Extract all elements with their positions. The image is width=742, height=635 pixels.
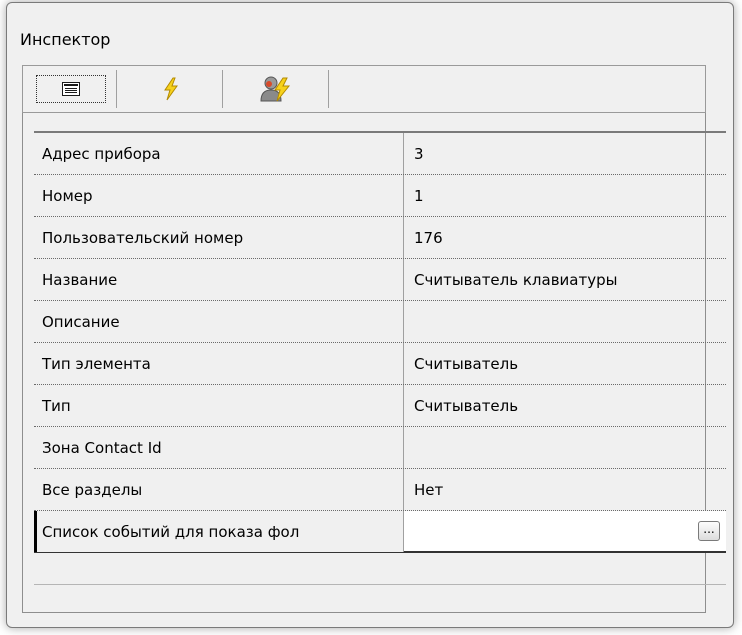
property-row[interactable]: Адрес прибора 3	[34, 133, 726, 175]
property-name: Тип элемента	[34, 343, 404, 384]
properties-tab-button[interactable]	[25, 70, 117, 108]
focus-rect	[35, 75, 106, 103]
property-list-icon	[61, 82, 80, 96]
property-value[interactable]: Считыватель	[404, 385, 726, 426]
user-events-tab-button[interactable]	[223, 70, 329, 108]
property-row-selected[interactable]: Список событий для показа фол ...	[34, 511, 726, 553]
ellipsis-button[interactable]: ...	[698, 521, 720, 541]
property-row[interactable]: Все разделы Нет	[34, 469, 726, 511]
property-name: Пользовательский номер	[34, 217, 404, 258]
window-title: Инспектор	[20, 30, 111, 49]
inspector-toolbar	[22, 65, 706, 113]
property-grid: Адрес прибора 3 Номер 1 Пользовательский…	[34, 131, 726, 553]
events-tab-button[interactable]	[119, 70, 223, 108]
property-row[interactable]: Номер 1	[34, 175, 726, 217]
property-name: Зона Contact Id	[34, 427, 404, 468]
property-value[interactable]: Считыватель клавиатуры	[404, 259, 726, 300]
property-row[interactable]: Тип Считыватель	[34, 385, 726, 427]
lightning-icon	[163, 77, 178, 101]
property-value[interactable]: 1	[404, 175, 726, 216]
property-name: Все разделы	[34, 469, 404, 510]
user-lightning-icon	[259, 76, 290, 102]
property-name: Название	[34, 259, 404, 300]
property-value-editor[interactable]: ...	[404, 511, 726, 552]
property-row[interactable]: Пользовательский номер 176	[34, 217, 726, 259]
property-row[interactable]: Описание	[34, 301, 726, 343]
property-value[interactable]: Считыватель	[404, 343, 726, 384]
property-value[interactable]	[404, 427, 726, 468]
property-row[interactable]: Зона Contact Id	[34, 427, 726, 469]
property-name: Номер	[34, 175, 404, 216]
property-name: Описание	[34, 301, 404, 342]
property-name: Адрес прибора	[34, 133, 404, 174]
property-row[interactable]: Название Считыватель клавиатуры	[34, 259, 726, 301]
property-value[interactable]: 176	[404, 217, 726, 258]
property-value[interactable]: Нет	[404, 469, 726, 510]
property-row[interactable]: Тип элемента Считыватель	[34, 343, 726, 385]
description-divider	[34, 584, 726, 585]
property-name: Список событий для показа фол	[34, 511, 404, 552]
property-name: Тип	[34, 385, 404, 426]
property-value[interactable]	[404, 301, 726, 342]
property-value[interactable]: 3	[404, 133, 726, 174]
